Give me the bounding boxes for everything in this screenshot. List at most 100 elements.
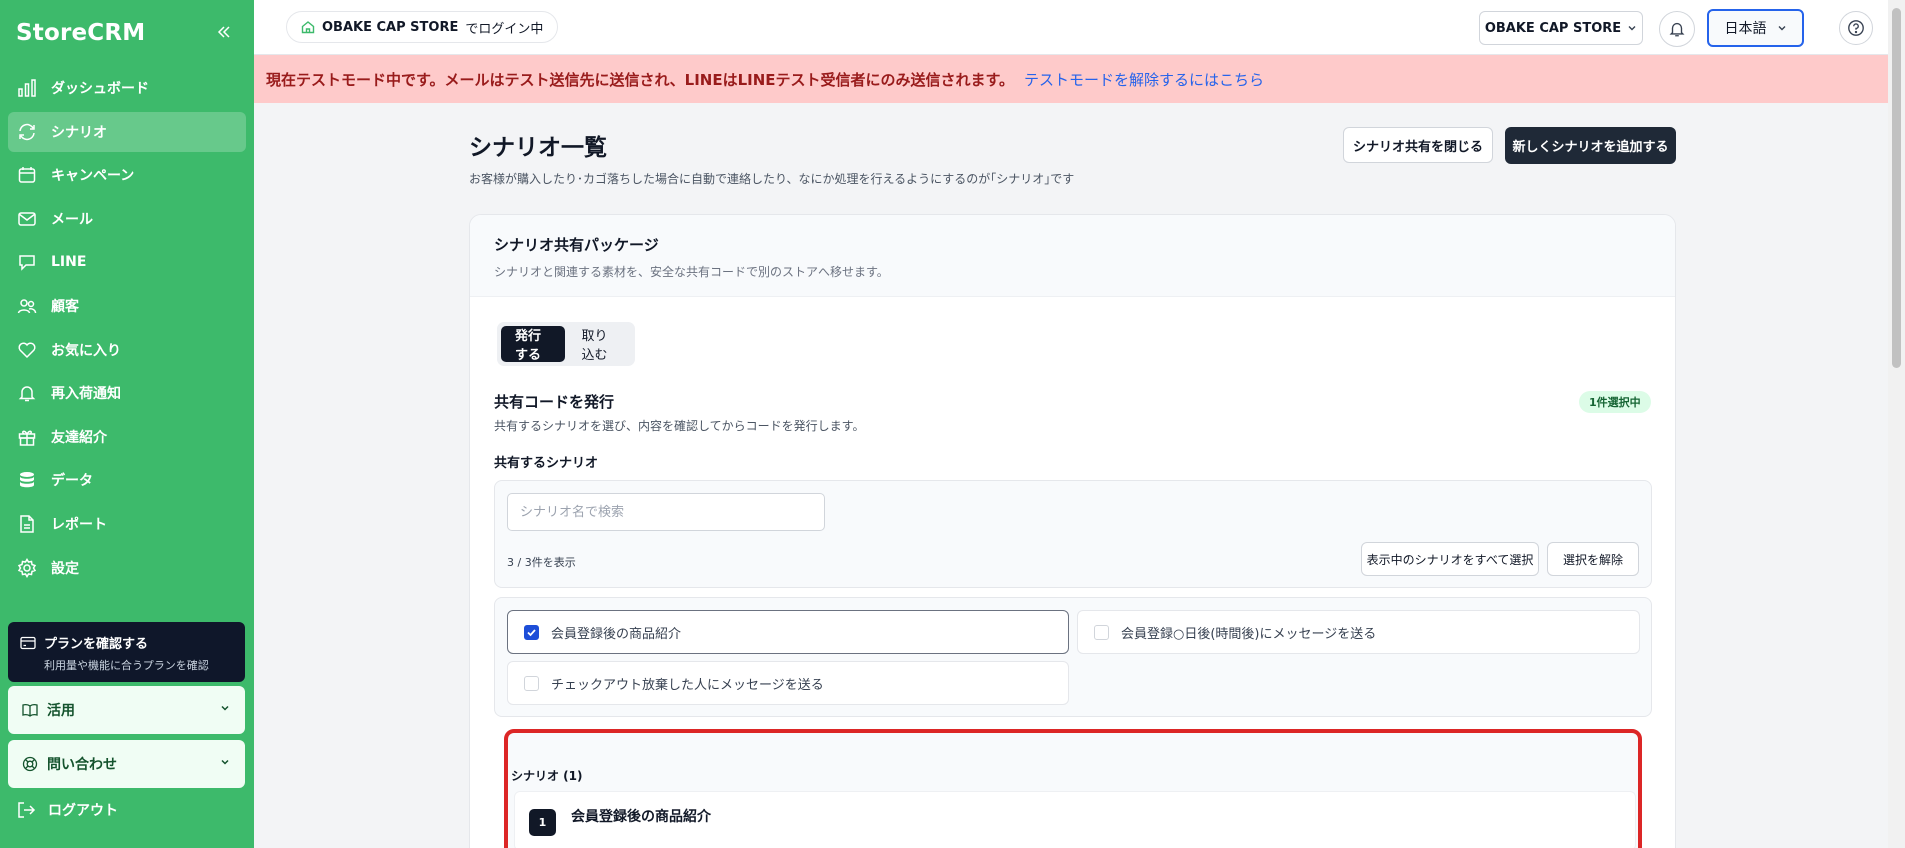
language-value: 日本語: [1724, 21, 1767, 37]
sidebar-item-campaign[interactable]: キャンペーン: [8, 155, 246, 195]
heart-icon: [16, 339, 38, 361]
sidebar-item-label: LINE: [51, 254, 87, 271]
calendar-icon: [16, 164, 38, 186]
share-card-subtitle: シナリオと関連する素材を、安全な共有コードで別のストアへ移せます。: [494, 265, 889, 279]
list-item: 1 会員登録後の商品紹介: [514, 791, 1636, 848]
sidebar-item-label: キャンペーン: [51, 168, 135, 185]
share-package-card: シナリオ共有パッケージ シナリオと関連する素材を、安全な共有コードで別のストアへ…: [469, 214, 1676, 848]
clear-selection-button[interactable]: 選択を解除: [1547, 542, 1639, 576]
sidebar-item-referral[interactable]: 友達紹介: [8, 417, 246, 457]
checkbox[interactable]: [1094, 624, 1109, 640]
scenario-option[interactable]: 会員登録後の商品紹介: [507, 610, 1069, 654]
scenario-field-label: 共有するシナリオ: [494, 456, 599, 471]
close-share-button[interactable]: シナリオ共有を閉じる: [1343, 127, 1493, 163]
chart-bars-icon: [16, 77, 38, 99]
disable-test-mode-link[interactable]: テストモードを解除するにはこちら: [1024, 69, 1264, 90]
sidebar-item-customers[interactable]: 顧客: [8, 286, 246, 326]
help-icon[interactable]: [1839, 11, 1873, 45]
checkbox[interactable]: [524, 675, 539, 691]
document-icon: [16, 513, 38, 535]
tab-publish[interactable]: 発行する: [501, 326, 565, 363]
test-mode-message: 現在テストモード中です。メールはテスト送信先に送信され、LINEはLINEテスト…: [266, 70, 1015, 89]
collapse-sidebar-icon[interactable]: [212, 20, 236, 44]
chevron-down-icon: [219, 756, 231, 772]
accordion-contact-label: 問い合わせ: [47, 757, 117, 773]
tab-import[interactable]: 取り込む: [568, 326, 632, 363]
sidebar-item-mail[interactable]: メール: [8, 199, 246, 239]
chat-icon: [16, 251, 38, 273]
share-card-header: シナリオ共有パッケージ シナリオと関連する素材を、安全な共有コードで別のストアへ…: [470, 215, 1675, 297]
test-mode-banner: 現在テストモード中です。メールはテスト送信先に送信され、LINEはLINEテスト…: [254, 55, 1888, 103]
sidebar-nav: ダッシュボード シナリオ キャンペーン メール LINE 顧客 お気に入り 再入…: [8, 68, 246, 591]
sidebar-item-label: 顧客: [51, 298, 79, 315]
sidebar: StoreCRM ダッシュボード シナリオ キャンペーン メール LINE 顧客: [0, 0, 254, 848]
accordion-use-label: 活用: [47, 703, 75, 719]
accordion-contact[interactable]: 問い合わせ: [8, 740, 245, 788]
sidebar-item-label: 友達紹介: [51, 429, 107, 446]
store-select-value: OBAKE CAP STORE: [1484, 20, 1622, 36]
brand-logo: StoreCRM: [16, 20, 146, 46]
scenario-option-label: 会員登録後の商品紹介: [551, 626, 682, 642]
sidebar-item-label: レポート: [51, 516, 107, 533]
plan-card[interactable]: プランを確認する 利用量や機能に合うプランを確認: [8, 622, 245, 682]
login-store-pill: OBAKE CAP STORE でログイン中: [286, 11, 559, 43]
top-bar: OBAKE CAP STORE でログイン中 OBAKE CAP STORE 日…: [254, 0, 1888, 55]
sidebar-item-label: メール: [51, 211, 93, 228]
chevron-down-icon: [219, 702, 231, 718]
logout-label: ログアウト: [48, 803, 118, 819]
section-title: 共有コードを発行: [494, 393, 615, 411]
checkbox-checked[interactable]: [524, 624, 539, 640]
sidebar-item-label: 再入荷通知: [51, 386, 121, 403]
users-icon: [16, 295, 38, 317]
sidebar-item-report[interactable]: レポート: [8, 504, 246, 544]
scenario-search-panel: 3 / 3件を表示 表示中のシナリオをすべて選択 選択を解除: [494, 480, 1652, 588]
sidebar-item-dashboard[interactable]: ダッシュボード: [8, 68, 246, 108]
plan-card-title-row: プランを確認する: [20, 633, 233, 652]
gear-icon: [16, 557, 38, 579]
chevron-down-icon: [1777, 23, 1787, 33]
scenario-options: 会員登録後の商品紹介 会員登録○日後(時間後)にメッセージを送る チェックアウト…: [494, 597, 1652, 717]
sidebar-item-label: シナリオ: [51, 124, 107, 141]
sidebar-item-favorites[interactable]: お気に入り: [8, 330, 246, 370]
logout-icon: [16, 800, 36, 820]
credit-card-icon: [20, 636, 36, 650]
scenario-option[interactable]: チェックアウト放棄した人にメッセージを送る: [507, 661, 1069, 705]
sidebar-item-label: お気に入り: [51, 342, 121, 359]
display-count: 3 / 3件を表示: [507, 556, 576, 569]
notification-bell-icon[interactable]: [1659, 11, 1695, 47]
selected-count-badge: 1件選択中: [1579, 391, 1651, 413]
share-tabs: 発行する 取り込む: [497, 322, 635, 366]
logout-button[interactable]: ログアウト: [16, 800, 118, 820]
sidebar-item-line[interactable]: LINE: [8, 242, 246, 282]
scenario-option[interactable]: 会員登録○日後(時間後)にメッセージを送る: [1077, 610, 1640, 654]
scenario-option-label: 会員登録○日後(時間後)にメッセージを送る: [1121, 626, 1377, 642]
scenario-number: 1: [529, 809, 556, 836]
add-scenario-button[interactable]: 新しくシナリオを追加する: [1505, 127, 1676, 164]
language-select[interactable]: 日本語: [1707, 9, 1804, 47]
sidebar-item-label: 設定: [51, 560, 79, 577]
book-icon: [22, 703, 38, 717]
store-select[interactable]: OBAKE CAP STORE: [1479, 11, 1643, 45]
database-icon: [16, 469, 38, 491]
plan-title: プランを確認する: [44, 637, 149, 652]
sidebar-item-label: データ: [51, 473, 93, 490]
repeat-icon: [16, 121, 38, 143]
bell-icon: [16, 382, 38, 404]
scenario-search-input[interactable]: [507, 493, 825, 531]
sidebar-item-restock[interactable]: 再入荷通知: [8, 373, 246, 413]
lifebuoy-icon: [22, 756, 38, 772]
sidebar-item-data[interactable]: データ: [8, 460, 246, 500]
page-scrollbar[interactable]: [1888, 0, 1905, 848]
sidebar-item-settings[interactable]: 設定: [8, 548, 246, 588]
sidebar-item-label: ダッシュボード: [51, 81, 149, 97]
plan-subtitle: 利用量や機能に合うプランを確認: [44, 659, 209, 672]
select-all-button[interactable]: 表示中のシナリオをすべて選択: [1361, 542, 1539, 576]
accordion-use[interactable]: 活用: [8, 686, 245, 734]
scenario-name: 会員登録後の商品紹介: [571, 809, 711, 825]
home-icon: [301, 20, 315, 34]
sidebar-item-scenario[interactable]: シナリオ: [8, 111, 246, 152]
mail-icon: [16, 208, 38, 230]
chevron-down-icon: [1627, 23, 1637, 33]
scrollbar-thumb[interactable]: [1892, 8, 1901, 368]
page-description: お客様が購入したり･カゴ落ちした場合に自動で連絡したり、なにか処理を行えるように…: [469, 172, 1075, 186]
